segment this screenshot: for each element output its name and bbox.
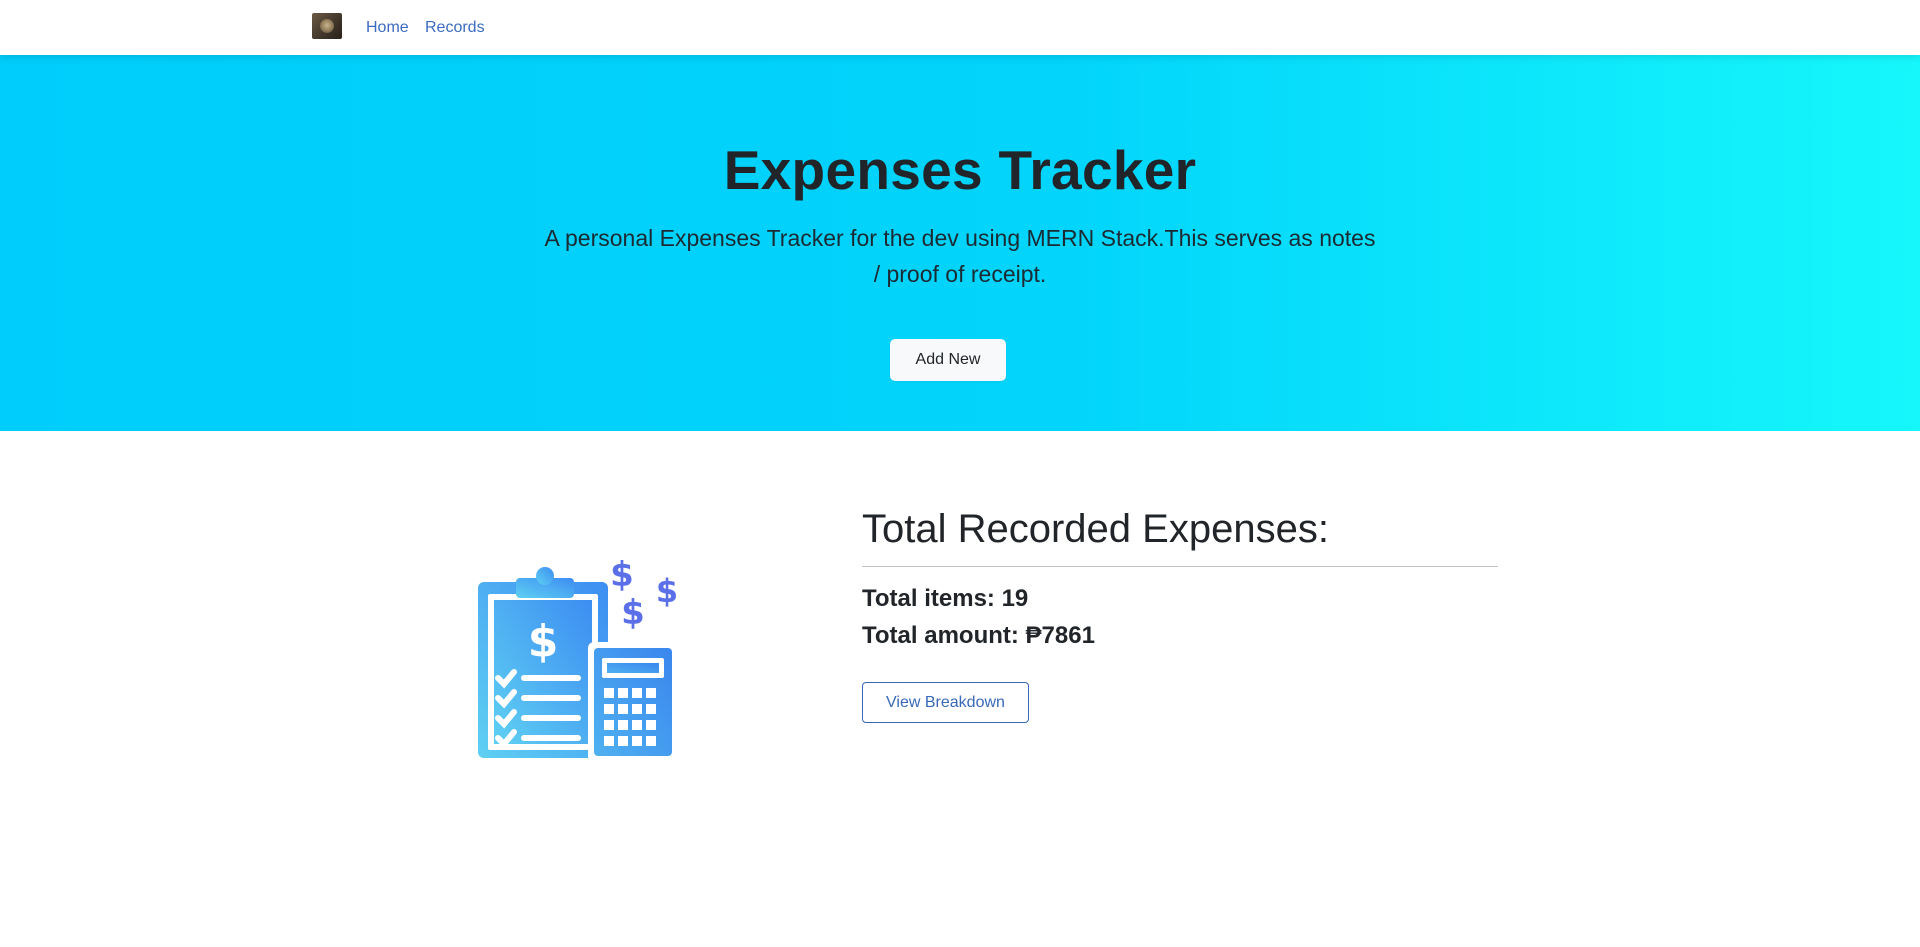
calculator-icon bbox=[588, 642, 678, 762]
svg-text:$: $ bbox=[621, 593, 645, 633]
total-amount-stat: Total amount: ₱7861 bbox=[862, 621, 1095, 651]
view-breakdown-button[interactable]: View Breakdown bbox=[862, 682, 1029, 723]
clipboard-calculator-dollar-icon: $ $ $ $ bbox=[478, 555, 678, 762]
hero-description: A personal Expenses Tracker for the dev … bbox=[544, 225, 1376, 287]
summary-divider bbox=[862, 566, 1498, 567]
svg-text:$: $ bbox=[610, 555, 634, 595]
brand-avatar-icon[interactable] bbox=[312, 13, 342, 39]
top-navbar: Home Records bbox=[0, 0, 1920, 55]
total-amount-value: ₱7861 bbox=[1025, 622, 1095, 649]
svg-text:$: $ bbox=[656, 572, 678, 610]
dollar-sign-icon: $ $ $ bbox=[610, 555, 678, 633]
page-title: Expenses Tracker bbox=[723, 139, 1197, 201]
svg-text:$: $ bbox=[528, 616, 559, 667]
total-items-value: 19 bbox=[1001, 585, 1029, 612]
total-items-label: Total items: bbox=[862, 585, 995, 612]
dog-face-icon bbox=[320, 19, 334, 33]
summary-title: Total Recorded Expenses: bbox=[862, 507, 1329, 551]
hero-banner: Expenses Tracker A personal Expenses Tra… bbox=[0, 55, 1920, 431]
nav-link-records[interactable]: Records bbox=[425, 18, 485, 38]
nav-link-home[interactable]: Home bbox=[366, 18, 409, 38]
add-new-button[interactable]: Add New bbox=[890, 339, 1006, 381]
total-amount-label: Total amount: bbox=[862, 622, 1019, 649]
total-items-stat: Total items: 19 bbox=[862, 584, 1028, 614]
